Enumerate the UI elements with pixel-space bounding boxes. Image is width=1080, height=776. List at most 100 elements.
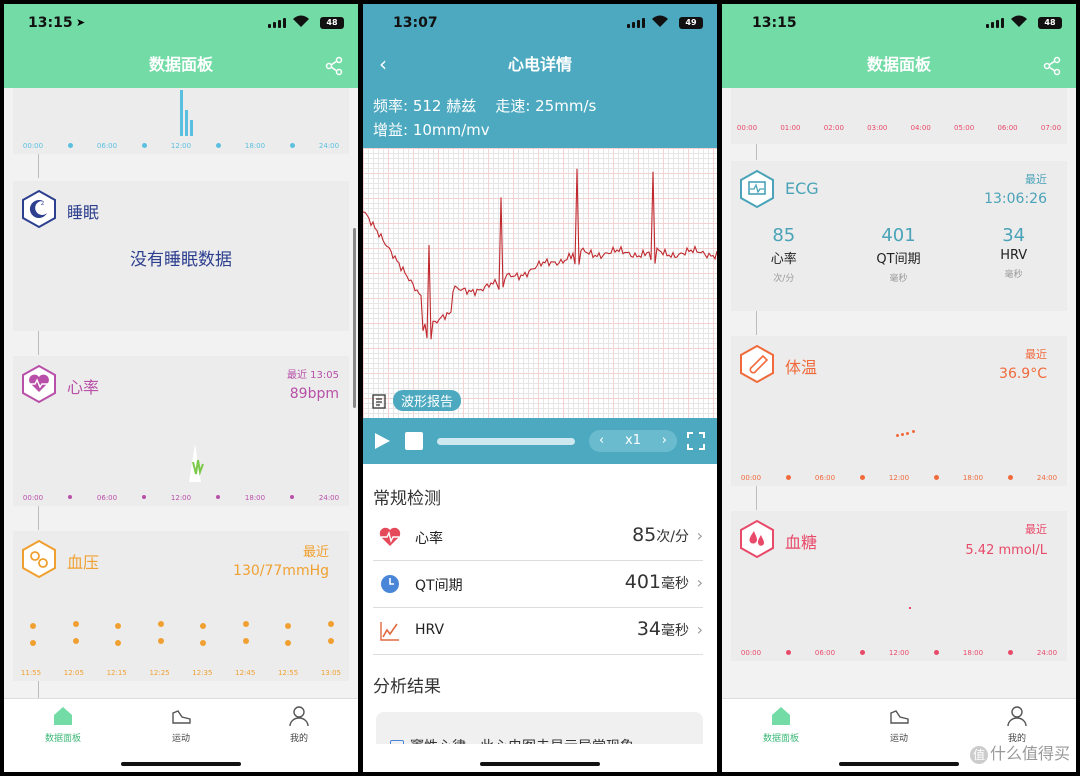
heart-pulse-icon	[22, 364, 56, 404]
play-icon[interactable]	[373, 432, 391, 450]
speed-prev-icon[interactable]: ‹	[599, 430, 604, 452]
ecg-latest-label: 最近	[1025, 173, 1047, 186]
axis-dot	[859, 650, 865, 655]
axis-label: 24:00	[318, 142, 340, 150]
axis-dot	[859, 475, 865, 480]
speed-control[interactable]: ‹ x1 ›	[589, 430, 677, 452]
axis-label: 00:00	[22, 494, 44, 502]
back-icon[interactable]: ‹	[379, 52, 387, 76]
temp-point	[901, 433, 904, 436]
sleep-empty-text: 没有睡眠数据	[130, 250, 232, 270]
bp-dot	[157, 638, 164, 644]
axis-dot	[933, 475, 939, 480]
sleep-moon-icon: z	[22, 189, 56, 229]
heart-rate-card[interactable]: 心率 最近 13:05 89bpm 00:00 06:00 12:00 18:0…	[13, 356, 349, 506]
metric-unit: 毫秒	[889, 274, 908, 284]
chart-bar	[180, 90, 183, 136]
axis-label: 18:00	[244, 494, 266, 502]
analysis-section-title: 分析结果	[373, 677, 441, 697]
axis-dot	[67, 143, 73, 148]
bp-dot	[285, 623, 291, 629]
axis-label: 12:00	[170, 142, 192, 150]
home-indicator	[121, 762, 241, 766]
tab-profile[interactable]: 我的	[249, 705, 349, 744]
axis-label: 06:00	[96, 142, 118, 150]
status-bar: 13:07 49	[363, 4, 717, 42]
metric-value: 85	[772, 225, 796, 246]
status-bar: 13:15 ➤ 48	[4, 4, 358, 42]
trend-chart-icon	[380, 622, 399, 641]
bp-dot	[115, 623, 121, 629]
metric-heart-rate: 85 心率 次/分	[771, 225, 797, 284]
sleep-card[interactable]: z 睡眠 没有睡眠数据	[13, 181, 349, 331]
ecg-waveform-grid[interactable]: 波形报告	[363, 148, 717, 418]
row-hrv[interactable]: HRV 34毫秒 ›	[373, 608, 703, 655]
ecg-card[interactable]: ECG 最近 13:06:26 85 心率 次/分 401 QT间期 毫秒 34…	[731, 161, 1067, 311]
blood-pressure-latest-label: 最近	[302, 545, 329, 560]
stop-icon[interactable]	[405, 432, 423, 450]
axis-label: 12:00	[888, 474, 910, 482]
bp-dot	[242, 621, 249, 627]
top-chart-card: 00:00 01:00 02:00 03:00 04:00 05:00 06:0…	[731, 88, 1067, 144]
ecg-monitor-icon	[740, 169, 774, 209]
scrollbar[interactable]	[353, 228, 356, 408]
sleep-title: 睡眠	[67, 203, 100, 222]
temperature-card[interactable]: 体温 最近 36.9°C 00:00 06:00 12:00 18:00 24:…	[731, 336, 1067, 486]
ecg-title: ECG	[785, 179, 819, 198]
tab-exercise[interactable]: 运动	[131, 705, 231, 744]
tab-profile[interactable]: 我的	[967, 705, 1067, 744]
metric-value: 401	[881, 225, 916, 246]
axis-label: 06:00	[814, 649, 836, 657]
timeline-connector	[38, 154, 39, 178]
bp-dot	[327, 638, 334, 644]
bp-dot	[200, 640, 206, 646]
axis-dot	[1007, 475, 1013, 480]
progress-slider[interactable]	[437, 438, 575, 445]
axis-label: 11:55	[20, 669, 42, 677]
axis-label: 05:00	[954, 124, 975, 132]
temperature-latest-label: 最近	[1025, 348, 1047, 361]
row-value: 401毫秒	[624, 571, 689, 593]
tab-dashboard[interactable]: 数据面板	[731, 705, 831, 744]
glucose-card[interactable]: 血糖 最近 5.42 mmol/L 00:00 06:00 12:00 18:0…	[731, 511, 1067, 661]
battery-icon: 49	[679, 17, 703, 29]
signal-icon	[268, 18, 286, 28]
shoe-icon	[172, 710, 191, 724]
row-label: 心率	[415, 531, 443, 547]
bp-dot	[72, 621, 79, 627]
timeline-connector	[756, 311, 757, 335]
row-qt-interval[interactable]: QT间期 401毫秒 ›	[373, 561, 703, 608]
tab-label: 数据面板	[44, 734, 81, 744]
waveform-report[interactable]: 波形报告	[371, 390, 462, 411]
speed-next-icon[interactable]: ›	[662, 430, 667, 452]
battery-icon: 48	[320, 17, 344, 29]
axis-label: 02:00	[823, 124, 844, 132]
share-icon[interactable]	[1042, 56, 1062, 76]
location-arrow-icon: ➤	[76, 16, 86, 29]
axis-dot	[1007, 650, 1013, 655]
report-button[interactable]: 波形报告	[393, 390, 462, 411]
row-heart-rate[interactable]: 心率 85次/分 ›	[373, 514, 703, 561]
bp-dot	[242, 638, 249, 644]
bp-dot	[285, 640, 291, 646]
dashboard-content[interactable]: 00:00 01:00 02:00 03:00 04:00 05:00 06:0…	[722, 88, 1076, 698]
metric-unit: 毫秒	[1004, 270, 1023, 280]
blood-pressure-value: 130/77mmHg	[233, 563, 329, 579]
timeline-connector	[756, 486, 757, 510]
row-value: 34毫秒	[636, 618, 689, 640]
glucose-point	[909, 607, 911, 609]
heart-rate-sparkline	[189, 444, 204, 482]
blood-pressure-card[interactable]: 血压 最近 130/77mmHg 11:55 12:05 12:15 12:25…	[13, 531, 349, 681]
gain-text: 增益: 10mm/mv	[373, 121, 490, 139]
person-icon	[1007, 706, 1027, 727]
fullscreen-icon[interactable]	[687, 432, 705, 450]
axis-dot	[68, 495, 72, 499]
tab-bar: 数据面板 运动 我的	[4, 698, 358, 772]
bp-dot	[115, 640, 121, 646]
tab-exercise[interactable]: 运动	[849, 705, 949, 744]
tab-dashboard[interactable]: 数据面板	[13, 705, 113, 744]
blood-pressure-title: 血压	[67, 553, 100, 572]
dashboard-content[interactable]: 00:00 06:00 12:00 18:00 24:00 z 睡眠 没有睡眠数…	[4, 88, 358, 698]
metric-name: QT间期	[876, 252, 921, 267]
share-icon[interactable]	[324, 56, 344, 76]
